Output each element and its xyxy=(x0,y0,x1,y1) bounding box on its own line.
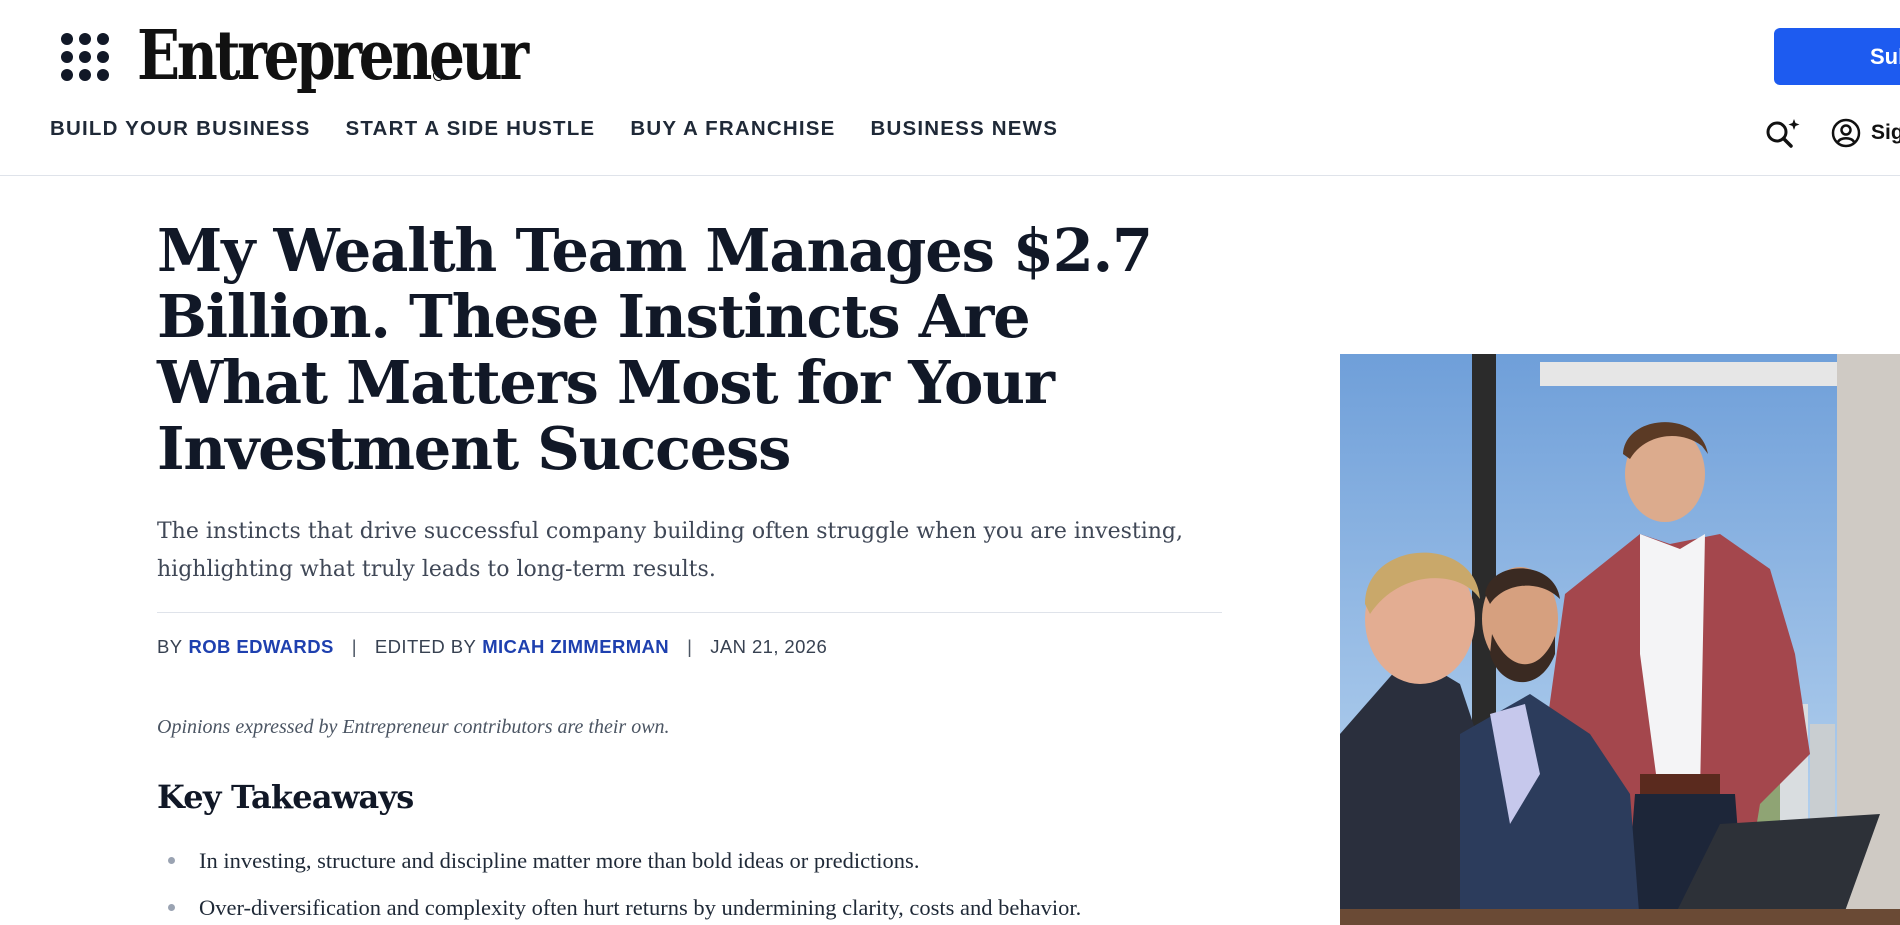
byline-prefix: BY xyxy=(157,636,183,657)
takeaway-text: Over-diversification and complexity ofte… xyxy=(199,895,1082,920)
nav-item-business-news[interactable]: BUSINESS NEWS xyxy=(871,117,1059,141)
list-item: Over-diversification and complexity ofte… xyxy=(168,884,1081,925)
sign-in-label: Sign In xyxy=(1871,121,1900,144)
nav-item-buy-a-franchise[interactable]: BUY A FRANCHISE xyxy=(630,117,835,141)
editor-link[interactable]: MICAH ZIMMERMAN xyxy=(482,636,669,658)
registered-mark-icon: R xyxy=(433,70,444,81)
menu-grid-icon[interactable] xyxy=(61,33,109,81)
search-icon[interactable] xyxy=(1764,118,1802,152)
byline: BY ROB EDWARDS | EDITED BY MICAH ZIMMERM… xyxy=(157,636,827,658)
nav-item-start-a-side-hustle[interactable]: START A SIDE HUSTLE xyxy=(345,117,595,141)
subscribe-button[interactable]: Subscribe xyxy=(1774,28,1900,85)
key-takeaways-list: In investing, structure and discipline m… xyxy=(168,837,1081,925)
article-dek: The instincts that drive successful comp… xyxy=(157,519,1183,582)
article-headline: My Wealth Team Manages $2.7 Billion. The… xyxy=(157,216,1153,483)
key-takeaways-title: Key Takeaways xyxy=(157,778,414,816)
main-nav: BUILD YOUR BUSINESS START A SIDE HUSTLE … xyxy=(50,117,1093,141)
bullet-icon xyxy=(168,857,175,864)
publish-date: JAN 21, 2026 xyxy=(710,636,828,657)
article-hero-photo xyxy=(1340,354,1900,925)
author-link[interactable]: ROB EDWARDS xyxy=(188,636,333,658)
contributor-disclaimer: Opinions expressed by Entrepreneur contr… xyxy=(157,716,670,738)
user-circle-icon xyxy=(1831,118,1861,148)
site-header: Entrepreneur R Subscribe BUILD YOUR BUSI… xyxy=(0,0,1900,176)
bullet-icon xyxy=(168,904,175,911)
nav-item-build-your-business[interactable]: BUILD YOUR BUSINESS xyxy=(50,117,310,141)
byline-separator: | xyxy=(351,636,357,657)
sign-in-link[interactable]: Sign In xyxy=(1831,118,1900,148)
edited-by-prefix: EDITED BY xyxy=(374,636,477,657)
byline-separator: | xyxy=(687,636,693,657)
takeaway-text: In investing, structure and discipline m… xyxy=(199,848,920,873)
list-item: In investing, structure and discipline m… xyxy=(168,837,1081,884)
site-logo[interactable]: Entrepreneur xyxy=(137,14,529,99)
divider xyxy=(157,612,1222,613)
